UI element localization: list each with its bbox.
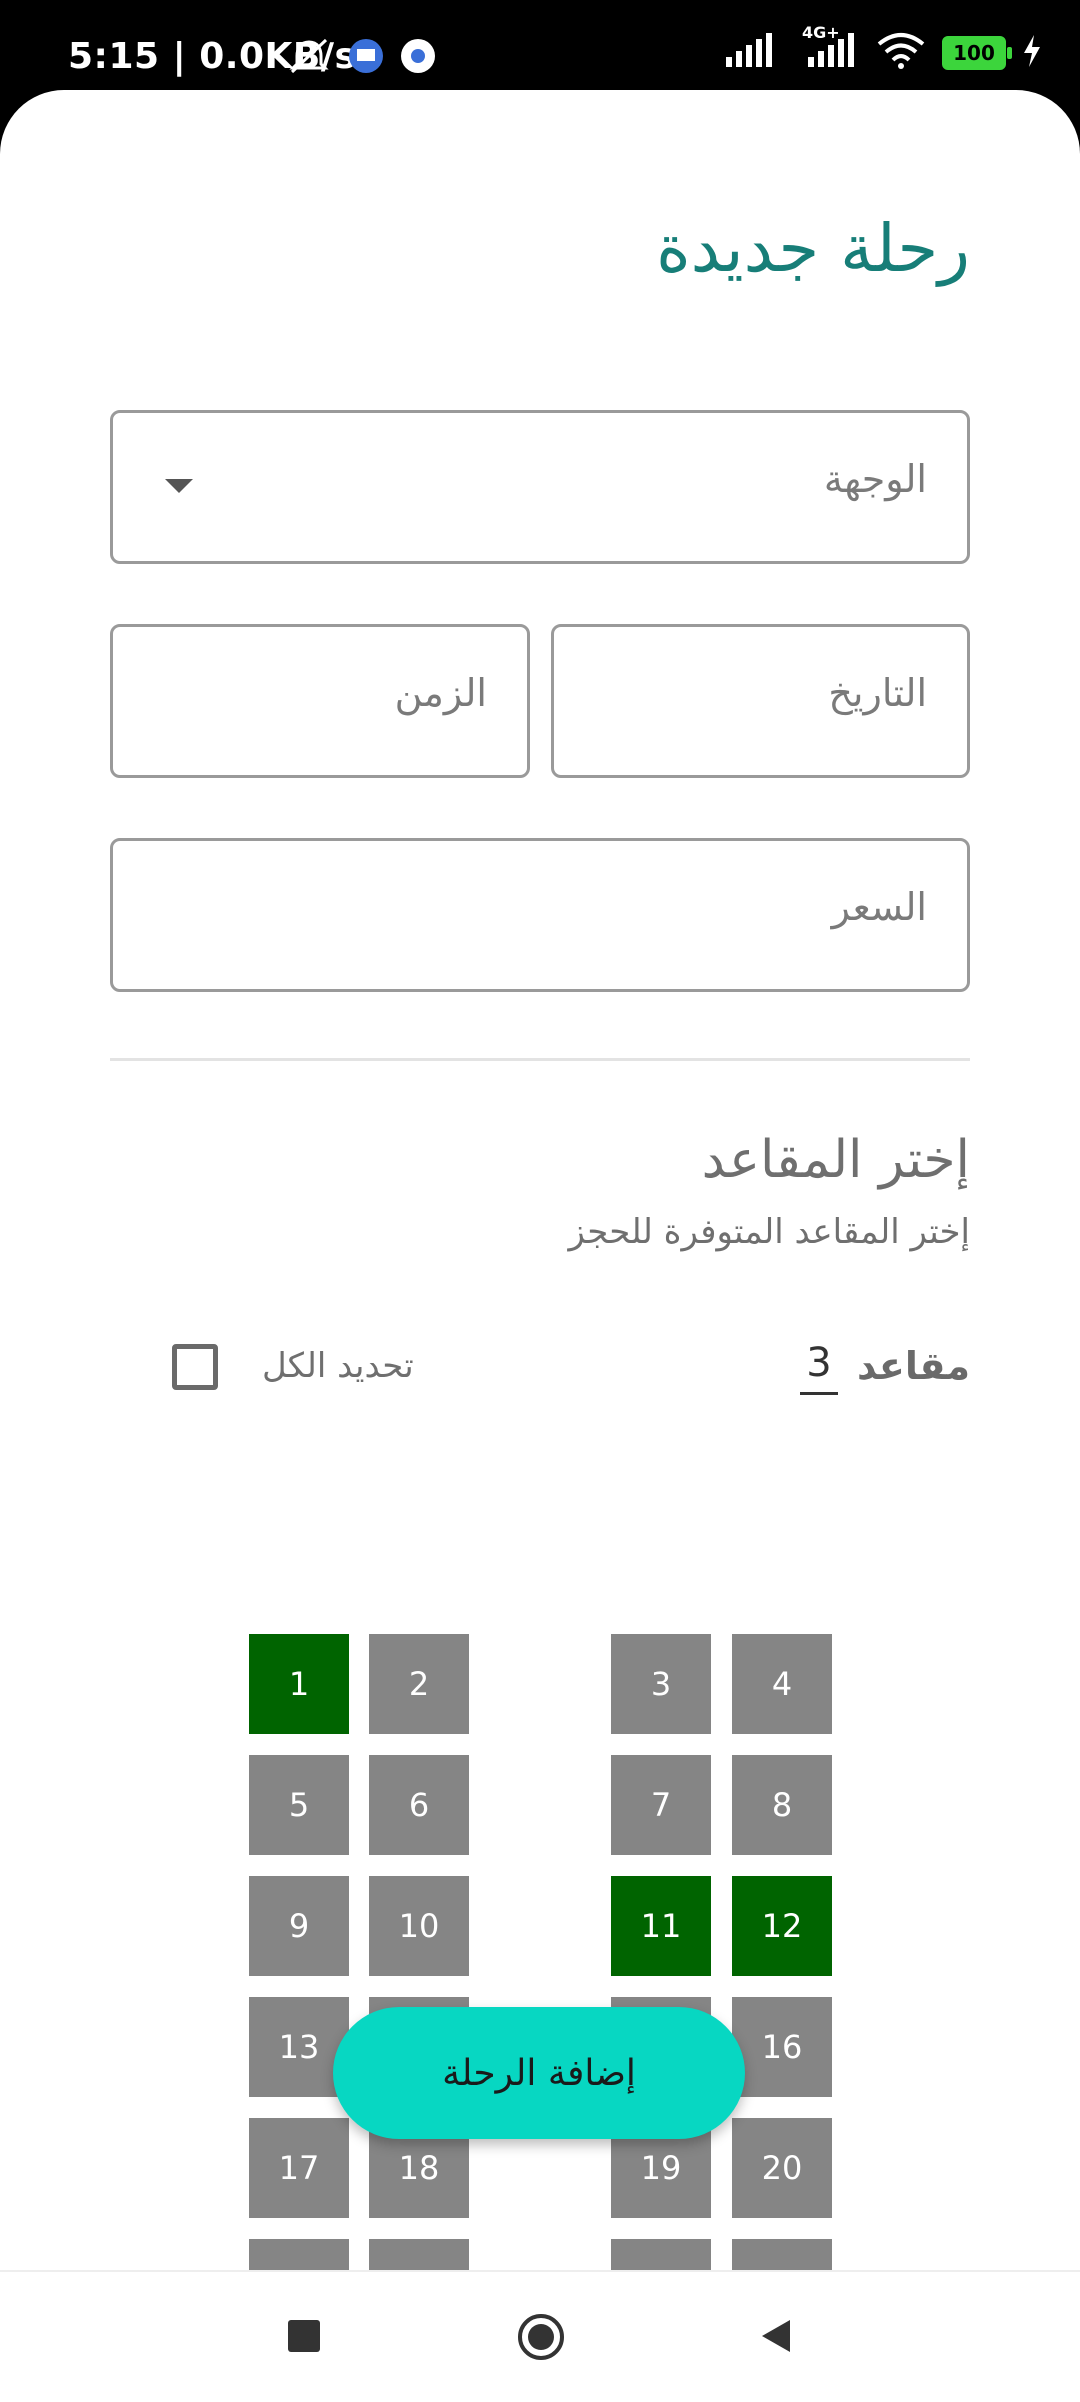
recents-icon[interactable] [284, 2316, 324, 2360]
seats-section-title: إختر المقاعد [701, 1130, 970, 1190]
time-field[interactable]: الزمن [110, 624, 530, 778]
wifi-icon [876, 32, 926, 74]
select-all-label: تحديد الكل [262, 1346, 414, 1386]
message-icon [346, 36, 386, 80]
seat-10[interactable]: 10 [369, 1876, 469, 1976]
seats-label: مقاعد [856, 1344, 970, 1388]
page-title: رحلة جديدة [656, 210, 970, 287]
price-placeholder: السعر [831, 885, 927, 929]
select-all-checkbox[interactable] [172, 1344, 218, 1390]
signal-icon [724, 33, 780, 73]
network-type: 4G+ [802, 23, 840, 42]
seat-1[interactable]: 1 [249, 1634, 349, 1734]
divider [110, 1058, 970, 1061]
destination-placeholder: الوجهة [823, 457, 927, 501]
app-icon [398, 36, 438, 80]
seat-2[interactable]: 2 [369, 1634, 469, 1734]
chevron-down-icon [165, 479, 193, 493]
signal-4g-icon: 4G+ [796, 23, 860, 73]
charging-icon [1022, 33, 1042, 73]
seat-5[interactable]: 5 [249, 1755, 349, 1855]
seat-7[interactable]: 7 [611, 1755, 711, 1855]
price-field[interactable]: السعر [110, 838, 970, 992]
seats-count-field[interactable]: 3 [800, 1340, 838, 1395]
seat-8[interactable]: 8 [732, 1755, 832, 1855]
date-placeholder: التاريخ [828, 671, 927, 715]
seat-9[interactable]: 9 [249, 1876, 349, 1976]
seat-grid: 123456789101112131415161718192021222324 [0, 1540, 1080, 2360]
home-icon[interactable] [516, 2312, 566, 2366]
seat-16[interactable]: 16 [732, 1997, 832, 2097]
time-placeholder: الزمن [394, 671, 487, 715]
seat-4[interactable]: 4 [732, 1634, 832, 1734]
seat-20[interactable]: 20 [732, 2118, 832, 2218]
seat-3[interactable]: 3 [611, 1634, 711, 1734]
seat-12[interactable]: 12 [732, 1876, 832, 1976]
date-field[interactable]: التاريخ [551, 624, 970, 778]
seats-section-subtitle: إختر المقاعد المتوفرة للحجز [568, 1212, 970, 1252]
seat-6[interactable]: 6 [369, 1755, 469, 1855]
navigation-bar [0, 2270, 1080, 2402]
destination-dropdown[interactable]: الوجهة [110, 410, 970, 564]
mute-icon [286, 36, 332, 80]
add-trip-button[interactable]: إضافة الرحلة [333, 2007, 745, 2139]
battery-icon: 100 [942, 36, 1012, 70]
back-icon[interactable] [756, 2316, 796, 2360]
seat-11[interactable]: 11 [611, 1876, 711, 1976]
seat-17[interactable]: 17 [249, 2118, 349, 2218]
